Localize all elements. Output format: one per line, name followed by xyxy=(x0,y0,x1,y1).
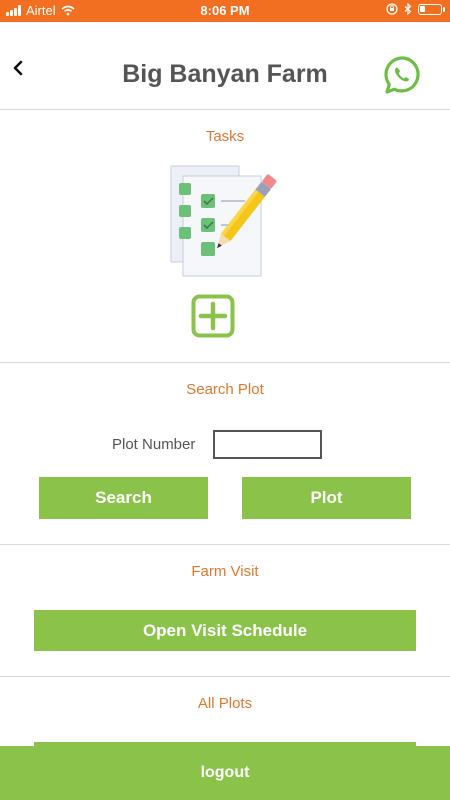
orientation-lock-icon xyxy=(386,3,398,15)
bluetooth-icon xyxy=(404,3,412,15)
whatsapp-icon[interactable] xyxy=(383,55,423,95)
search-button[interactable]: Search xyxy=(39,477,208,519)
logout-label: logout xyxy=(200,764,250,781)
status-right xyxy=(386,3,445,15)
section-title-tasks: Tasks xyxy=(205,128,245,145)
battery-fill xyxy=(420,5,425,12)
battery-icon xyxy=(418,3,445,15)
section-title-search-plot: Search Plot xyxy=(186,381,264,398)
task-checklist-pencil-icon xyxy=(170,165,277,277)
section-title-all-plots: All Plots xyxy=(197,695,253,712)
open-visit-schedule-button[interactable]: Open Visit Schedule xyxy=(34,610,416,651)
plus-square-icon[interactable] xyxy=(191,294,235,338)
divider xyxy=(0,544,450,545)
divider xyxy=(0,676,450,677)
section-title-farm-visit: Farm Visit xyxy=(191,563,259,580)
status-time: 8:06 PM xyxy=(200,3,250,18)
divider xyxy=(0,362,450,363)
plot-number-input[interactable] xyxy=(213,430,322,459)
logout-button[interactable]: logout xyxy=(0,746,450,800)
app-header: Big Banyan Farm xyxy=(0,22,450,110)
status-bar: Airtel 8:06 PM xyxy=(0,0,450,22)
plot-button[interactable]: Plot xyxy=(242,477,411,519)
plot-number-label: Plot Number xyxy=(112,436,196,453)
